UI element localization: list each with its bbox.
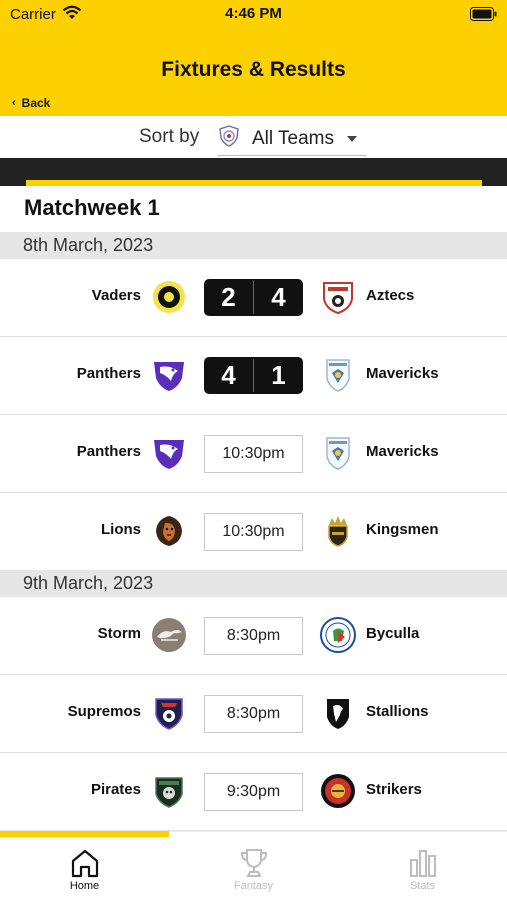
bottom-tab-bar: Home Fantasy Stats [0, 831, 507, 900]
matchweek-title: Matchweek 1 [24, 195, 160, 220]
battery-icon [470, 7, 497, 21]
away-team-name: Byculla [366, 625, 420, 642]
pirates-logo-icon [155, 777, 183, 808]
fixture-row[interactable]: Pirates 9:30pm Strikers [0, 753, 507, 831]
strikers-logo-icon [321, 774, 355, 808]
away-score: 1 [271, 360, 286, 390]
panthers-logo-icon [154, 440, 184, 469]
aztecs-logo-icon [323, 282, 353, 315]
league-logo-icon [219, 125, 239, 147]
sort-label: Sort by [139, 126, 200, 147]
status-bar: Carrier 4:46 PM [0, 0, 507, 30]
home-score: 4 [221, 360, 236, 390]
home-team-name: Panthers [76, 443, 141, 460]
tab-home-label: Home [69, 880, 100, 892]
away-team-name: Kingsmen [366, 521, 439, 538]
back-button[interactable]: ‹ Back [12, 96, 50, 110]
date-header: 9th March, 2023 [0, 570, 507, 597]
home-team-name: Supremos [67, 703, 141, 720]
sort-bar: Sort by All Teams [0, 116, 507, 158]
home-team-name: Pirates [90, 781, 141, 798]
back-label: Back [21, 96, 51, 110]
away-team-name: Aztecs [366, 287, 415, 304]
score-box: 2 4 [204, 279, 303, 316]
home-team-name: Panthers [76, 365, 141, 382]
tab-home[interactable]: Home [0, 846, 169, 898]
kickoff-time: 10:30pm [204, 435, 303, 473]
away-team-name: Strikers [366, 781, 422, 798]
kickoff-time: 8:30pm [204, 695, 303, 733]
fixture-row[interactable]: Storm 8:30pm Byculla [0, 597, 507, 675]
kingsmen-logo-icon [328, 516, 348, 547]
trophy-icon [240, 849, 267, 877]
fixture-row[interactable]: Panthers 4 1 Mavericks [0, 337, 507, 415]
team-filter-value: All Teams [252, 128, 335, 149]
storm-logo-icon [152, 618, 186, 652]
home-icon [71, 849, 98, 878]
chevron-left-icon: ‹ [12, 97, 16, 109]
byculla-logo-icon [320, 617, 356, 653]
home-team-name: Vaders [91, 287, 141, 304]
home-score: 2 [221, 282, 236, 312]
supremos-logo-icon [155, 698, 183, 730]
stallions-logo-icon [327, 699, 349, 729]
away-score: 4 [271, 282, 286, 312]
date-label: 9th March, 2023 [23, 573, 154, 593]
kickoff-time: 9:30pm [204, 773, 303, 811]
home-team-name: Storm [97, 625, 141, 642]
header-bar: Carrier 4:46 PM Fixtures & Results ‹ Bac… [0, 0, 507, 116]
kickoff-time: 10:30pm [204, 513, 303, 551]
away-team-name: Mavericks [366, 365, 439, 382]
fixture-row[interactable]: Panthers 10:30pm Mavericks [0, 415, 507, 493]
vaders-logo-icon [153, 281, 185, 313]
away-team-name: Stallions [366, 703, 429, 720]
lions-logo-icon [156, 516, 182, 546]
fixtures-list[interactable]: Matchweek 1 8th March, 2023 Vaders 2 4 A… [0, 186, 507, 831]
fixture-row[interactable]: Supremos 8:30pm Stallions [0, 675, 507, 753]
caret-down-icon [347, 136, 357, 142]
fixture-row[interactable]: Vaders 2 4 Aztecs [0, 259, 507, 337]
tab-stats[interactable]: Stats [338, 846, 507, 898]
date-header: 8th March, 2023 [0, 232, 507, 259]
mavericks-logo-icon [326, 359, 350, 392]
bar-chart-icon [409, 850, 436, 877]
tab-fantasy[interactable]: Fantasy [169, 846, 338, 898]
tab-fantasy-label: Fantasy [233, 880, 274, 892]
panthers-logo-icon [154, 362, 184, 391]
fixture-row[interactable]: Lions 10:30pm Kingsmen [0, 493, 507, 571]
page-title: Fixtures & Results [161, 58, 346, 81]
away-team-name: Mavericks [366, 443, 439, 460]
score-box: 4 1 [204, 357, 303, 394]
mavericks-logo-icon [326, 437, 350, 470]
team-filter-dropdown[interactable]: All Teams [217, 122, 367, 156]
active-tab-indicator [0, 831, 169, 837]
home-team-name: Lions [101, 521, 141, 538]
date-label: 8th March, 2023 [23, 235, 154, 255]
tab-stats-label: Stats [409, 880, 436, 892]
kickoff-time: 8:30pm [204, 617, 303, 655]
status-time: 4:46 PM [225, 5, 282, 22]
